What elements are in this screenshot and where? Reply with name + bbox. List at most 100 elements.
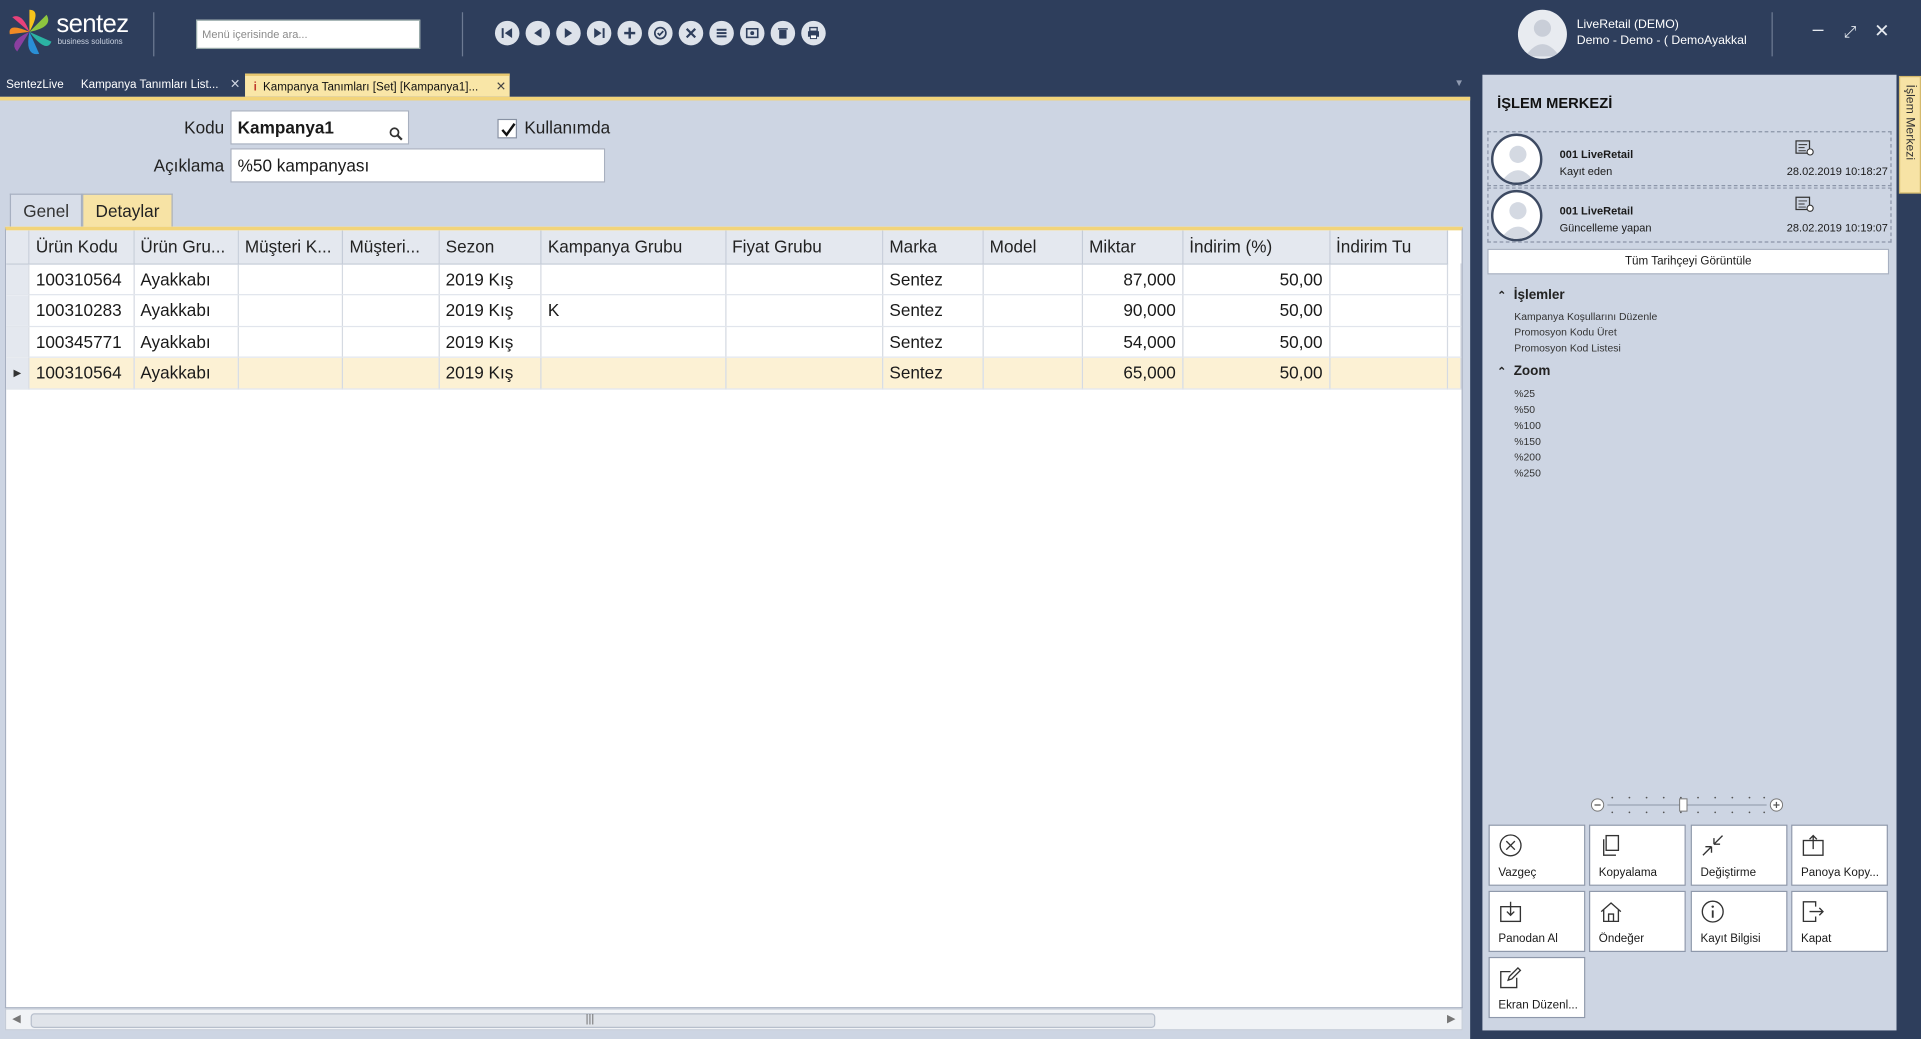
degistirme-button[interactable]: Değiştirme (1690, 824, 1788, 886)
table-cell[interactable] (541, 357, 727, 390)
column-header[interactable]: Sezon (438, 230, 542, 265)
islem-item[interactable]: Promosyon Kodu Üret (1514, 326, 1616, 338)
kopyalama-button[interactable]: Kopyalama (1588, 824, 1686, 886)
panoya-kopyala-button[interactable]: Panoya Kopy... (1791, 824, 1888, 886)
table-cell[interactable] (238, 294, 344, 327)
table-cell[interactable] (725, 294, 884, 327)
row-indicator[interactable] (6, 263, 30, 296)
kodu-input[interactable]: Kampanya1 (230, 110, 410, 145)
zoom-item[interactable]: %25 (1514, 387, 1535, 399)
islemler-section-header[interactable]: ⌃ İşlemler (1497, 288, 1565, 303)
tab-kampanya-list[interactable]: Kampanya Tanımları List... ✕ (75, 74, 244, 97)
ondeger-button[interactable]: Öndeğer (1588, 890, 1686, 953)
table-cell[interactable]: 100310564 (29, 357, 135, 390)
table-cell[interactable] (725, 357, 884, 390)
previous-record-icon[interactable] (525, 20, 551, 46)
column-header[interactable]: İndirim Tu (1329, 230, 1449, 265)
add-icon[interactable] (617, 20, 642, 46)
delete-icon[interactable] (770, 20, 796, 46)
collapse-icon[interactable]: ⌃ (1497, 289, 1506, 301)
table-row[interactable]: 100345771 Ayakkabı 2019 Kış Sentez 54,000 50,… (6, 325, 1462, 358)
tab-sentezlive[interactable]: SentezLive (0, 74, 74, 97)
first-record-icon[interactable] (494, 20, 520, 46)
table-cell[interactable]: Sentez (882, 357, 984, 390)
scroll-right-icon[interactable]: ▶ (1447, 1012, 1455, 1025)
table-cell[interactable] (238, 263, 344, 296)
table-row[interactable]: 100310564 Ayakkabı 2019 Kış Sentez 87,000 50,… (6, 263, 1462, 296)
kullanimda-checkbox[interactable] (497, 118, 518, 139)
table-cell[interactable] (1329, 263, 1449, 296)
table-cell[interactable]: 50,00 (1182, 294, 1330, 327)
collapse-icon[interactable]: ⌃ (1497, 365, 1506, 377)
table-cell[interactable]: Ayakkabı (133, 325, 239, 358)
table-cell[interactable] (541, 325, 727, 358)
last-record-icon[interactable] (586, 20, 612, 46)
table-cell[interactable]: 65,000 (1082, 357, 1184, 390)
menu-search-input[interactable]: Menü içerisinde ara... (196, 19, 421, 50)
panodan-al-button[interactable]: Panodan Al (1488, 890, 1586, 953)
kayit-bilgisi-button[interactable]: Kayıt Bilgisi (1690, 890, 1788, 953)
table-row[interactable]: 100310283 Ayakkabı 2019 Kış K Sentez 90,000 50… (6, 294, 1462, 327)
table-cell[interactable]: K (541, 294, 727, 327)
column-header[interactable]: Kampanya Grubu (541, 230, 727, 265)
column-header[interactable]: İndirim (%) (1182, 230, 1330, 265)
kapat-button[interactable]: Kapat (1791, 890, 1888, 953)
zoom-slider[interactable] (1590, 793, 1784, 818)
table-cell[interactable] (342, 325, 440, 358)
minimize-icon[interactable]: – (1807, 20, 1829, 42)
search-icon[interactable] (388, 119, 403, 151)
table-cell[interactable]: 2019 Kış (438, 357, 542, 390)
aciklama-input[interactable]: %50 kampanyası (230, 148, 606, 183)
table-cell[interactable]: 50,00 (1182, 263, 1330, 296)
save-icon[interactable] (648, 20, 673, 46)
table-cell[interactable] (1329, 294, 1449, 327)
close-tab-icon[interactable]: ✕ (230, 74, 240, 97)
table-cell[interactable] (982, 294, 1083, 327)
column-header[interactable]: Müşteri... (342, 230, 440, 265)
column-header[interactable]: Miktar (1082, 230, 1184, 265)
column-header[interactable]: Model (982, 230, 1083, 265)
row-indicator[interactable] (6, 325, 30, 358)
table-cell[interactable] (342, 294, 440, 327)
table-cell[interactable] (342, 357, 440, 390)
table-cell[interactable]: 90,000 (1082, 294, 1184, 327)
table-cell[interactable]: 2019 Kış (438, 294, 542, 327)
table-cell[interactable]: 54,000 (1082, 325, 1184, 358)
islem-merkezi-side-tab[interactable]: İşlem Merkezi (1898, 75, 1921, 194)
table-cell[interactable]: Ayakkabı (133, 263, 239, 296)
maximize-icon[interactable]: ⤢ (1839, 22, 1861, 42)
table-cell[interactable]: 87,000 (1082, 263, 1184, 296)
scroll-left-icon[interactable]: ◀ (12, 1012, 20, 1025)
preview-icon[interactable] (739, 20, 765, 46)
table-cell[interactable] (1329, 357, 1449, 390)
table-cell[interactable] (238, 357, 344, 390)
table-cell[interactable]: 100310564 (29, 263, 135, 296)
table-cell[interactable]: Sentez (882, 294, 984, 327)
islem-item[interactable]: Promosyon Kod Listesi (1514, 342, 1621, 354)
user-avatar[interactable] (1517, 9, 1567, 59)
zoom-section-header[interactable]: ⌃ Zoom (1497, 364, 1550, 379)
table-cell[interactable]: 2019 Kış (438, 325, 542, 358)
column-header[interactable]: Ürün Gru... (133, 230, 239, 265)
tab-genel[interactable]: Genel (9, 193, 83, 227)
table-cell[interactable] (1329, 325, 1449, 358)
table-cell[interactable]: Ayakkabı (133, 294, 239, 327)
close-tab-icon[interactable]: ✕ (496, 76, 506, 99)
tab-overflow-icon[interactable]: ▼ (1454, 77, 1464, 88)
table-cell[interactable] (725, 263, 884, 296)
column-header[interactable]: Müşteri K... (238, 230, 344, 265)
column-header[interactable]: Ürün Kodu (29, 230, 135, 265)
row-indicator[interactable] (6, 294, 30, 327)
tab-detaylar[interactable]: Detaylar (82, 193, 173, 227)
table-cell[interactable]: 50,00 (1182, 357, 1330, 390)
cancel-icon[interactable] (678, 20, 704, 46)
row-indicator[interactable]: ▶ (6, 357, 30, 390)
table-cell[interactable] (725, 325, 884, 358)
close-icon[interactable]: ✕ (1871, 20, 1893, 42)
table-cell[interactable]: Ayakkabı (133, 357, 239, 390)
table-cell[interactable] (541, 263, 727, 296)
list-icon[interactable] (709, 20, 734, 46)
print-icon[interactable] (801, 20, 826, 46)
table-cell[interactable]: 100345771 (29, 325, 135, 358)
table-cell[interactable]: 100310283 (29, 294, 135, 327)
